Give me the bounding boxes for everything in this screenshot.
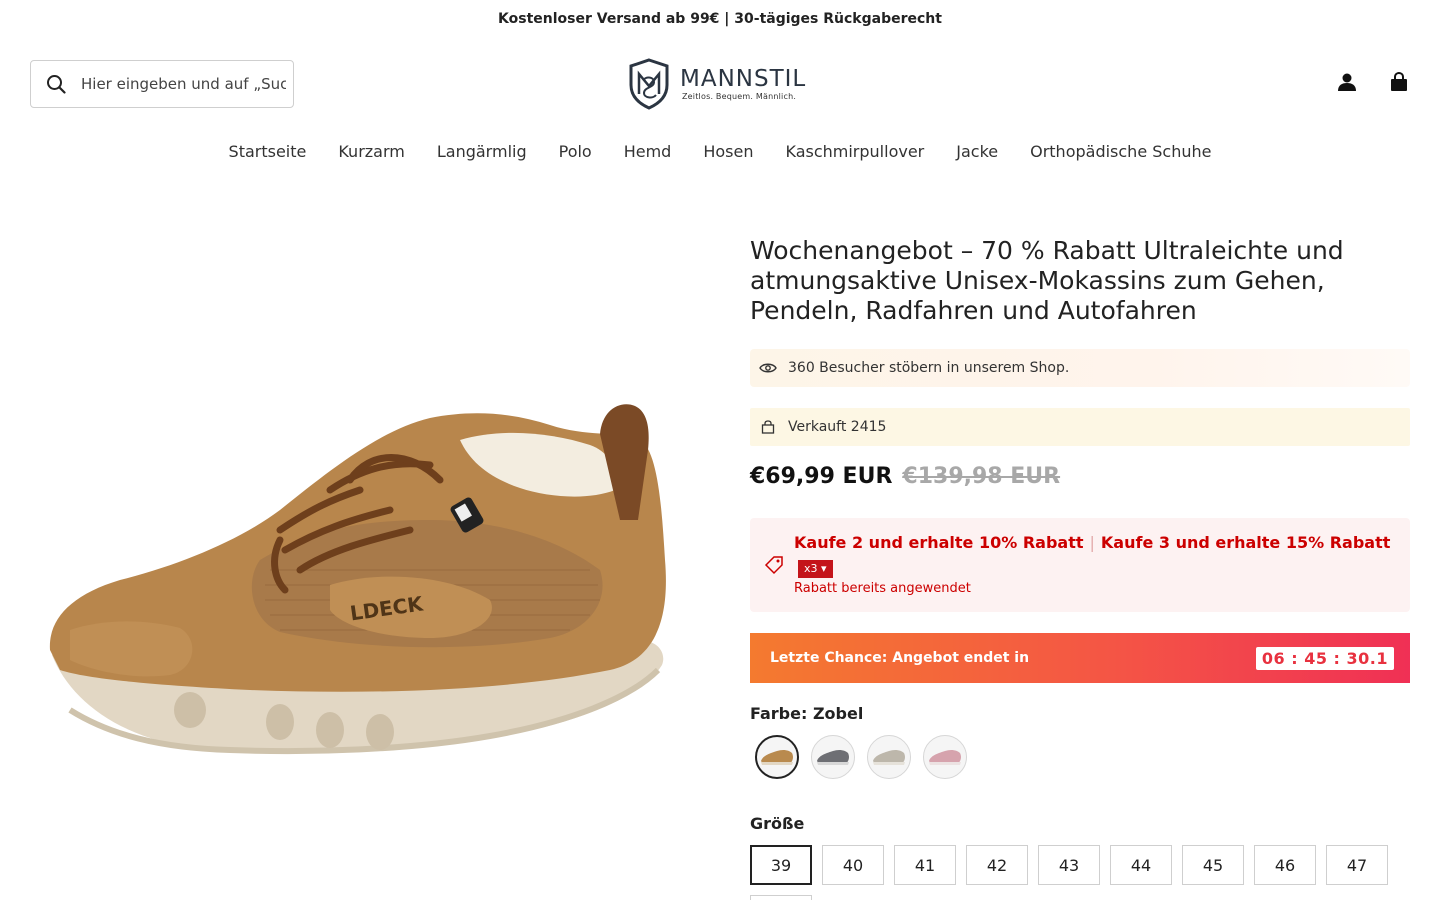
nav-item-hosen[interactable]: Hosen bbox=[703, 130, 753, 174]
header-icons bbox=[1336, 70, 1410, 94]
size-option-43[interactable]: 43 bbox=[1038, 845, 1100, 885]
product-title: Wochenangebot – 70 % Rabatt Ultraleichte… bbox=[750, 236, 1344, 325]
nav-item-jacke[interactable]: Jacke bbox=[956, 130, 998, 174]
compare-price: €139,98 EUR bbox=[902, 464, 1061, 489]
bundle-offers: Kaufe 2 und erhalte 10% Rabatt | Kaufe 3 u… bbox=[794, 530, 1394, 582]
cart-icon[interactable] bbox=[1388, 70, 1410, 94]
sold-notice: Verkauft 2415 bbox=[750, 408, 1410, 446]
logo-tagline: Zeitlos. Bequem. Männlich. bbox=[682, 92, 797, 101]
offer-separator: | bbox=[1089, 533, 1095, 552]
nav-item-startseite[interactable]: Startseite bbox=[229, 130, 307, 174]
nav-item-langarmlig[interactable]: Langärmlig bbox=[437, 130, 527, 174]
nav-item-polo[interactable]: Polo bbox=[559, 130, 592, 174]
search-box[interactable] bbox=[30, 60, 294, 108]
qty-value: x3 bbox=[804, 562, 818, 575]
price-tag-icon bbox=[764, 556, 783, 575]
nav-item-hemd[interactable]: Hemd bbox=[624, 130, 672, 174]
main-nav: Startseite Kurzarm Langärmlig Polo Hemd … bbox=[0, 130, 1440, 174]
size-option-44[interactable]: 44 bbox=[1110, 845, 1172, 885]
color-swatch-beige[interactable] bbox=[867, 735, 911, 779]
size-option-40[interactable]: 40 bbox=[822, 845, 884, 885]
price-row: €69,99 EUR €139,98 EUR bbox=[750, 464, 1060, 489]
nav-item-orthopadische-schuhe[interactable]: Orthopädische Schuhe bbox=[1030, 130, 1211, 174]
logo-shield-icon bbox=[629, 58, 669, 110]
size-option-41[interactable]: 41 bbox=[894, 845, 956, 885]
qty-dropdown[interactable]: x3 ▾ bbox=[798, 560, 833, 578]
discount-applied-text: Rabatt bereits angewendet bbox=[794, 581, 971, 596]
visitor-notice: 360 Besucher stöbern in unserem Shop. bbox=[750, 349, 1410, 387]
product-image[interactable]: LDECK bbox=[30, 370, 680, 790]
bundle-discount-box: Kaufe 2 und erhalte 10% Rabatt | Kaufe 3 u… bbox=[750, 518, 1410, 612]
color-swatch-grey[interactable] bbox=[811, 735, 855, 779]
color-label: Farbe: Zobel bbox=[750, 704, 864, 723]
size-options: 39 40 41 42 43 44 45 46 47 bbox=[750, 845, 1388, 885]
size-option-42[interactable]: 42 bbox=[966, 845, 1028, 885]
color-swatch-pink[interactable] bbox=[923, 735, 967, 779]
nav-item-kaschmirpullover[interactable]: Kaschmirpullover bbox=[785, 130, 924, 174]
offer-buy-3[interactable]: Kaufe 3 und erhalte 15% Rabatt bbox=[1101, 533, 1391, 552]
bag-icon bbox=[758, 417, 778, 437]
color-swatch-zobel[interactable] bbox=[755, 735, 799, 779]
sold-text: Verkauft 2415 bbox=[788, 419, 887, 435]
logo[interactable]: MANNSTIL Zeitlos. Bequem. Männlich. bbox=[628, 58, 818, 110]
color-swatches bbox=[755, 735, 967, 779]
product-info: Wochenangebot – 70 % Rabatt Ultraleichte… bbox=[750, 236, 1410, 326]
sale-price: €69,99 EUR bbox=[750, 464, 893, 489]
size-label: Größe bbox=[750, 814, 805, 833]
size-option-45[interactable]: 45 bbox=[1182, 845, 1244, 885]
nav-item-kurzarm[interactable]: Kurzarm bbox=[338, 130, 405, 174]
size-option-39[interactable]: 39 bbox=[750, 845, 812, 885]
countdown-banner: Letzte Chance: Angebot endet in 06 : 45 … bbox=[750, 633, 1410, 683]
size-option-partial[interactable] bbox=[750, 895, 812, 900]
logo-brand: MANNSTIL bbox=[680, 66, 807, 92]
search-icon[interactable] bbox=[31, 61, 81, 107]
eye-icon bbox=[758, 358, 778, 378]
size-option-47[interactable]: 47 bbox=[1326, 845, 1388, 885]
offer-buy-2[interactable]: Kaufe 2 und erhalte 10% Rabatt bbox=[794, 533, 1084, 552]
countdown-timer: 06 : 45 : 30.1 bbox=[1255, 646, 1394, 670]
size-option-46[interactable]: 46 bbox=[1254, 845, 1316, 885]
account-icon[interactable] bbox=[1336, 70, 1358, 94]
chevron-down-icon: ▾ bbox=[821, 562, 827, 575]
announcement-bar: Kostenloser Versand ab 99€ | 30-tägiges … bbox=[498, 11, 942, 27]
search-input[interactable] bbox=[81, 75, 286, 93]
visitor-text: 360 Besucher stöbern in unserem Shop. bbox=[788, 360, 1070, 376]
countdown-label: Letzte Chance: Angebot endet in bbox=[770, 650, 1030, 666]
